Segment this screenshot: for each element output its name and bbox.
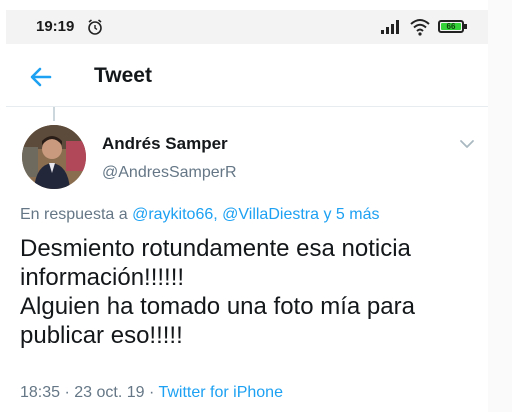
tweet-text-line: Desmiento rotundamente esa noticia infor… <box>20 235 411 291</box>
app-header: Tweet <box>6 48 488 107</box>
source-link[interactable]: Twitter for iPhone <box>158 384 283 401</box>
reply-context: En respuesta a @raykito66, @VillaDiestra… <box>20 206 379 224</box>
battery-level: 66 <box>441 23 461 31</box>
chevron-down-icon[interactable] <box>458 137 476 151</box>
tweet-detail-screen: 19:19 66 Tweet Andrés Samper @AndresSamp… <box>0 0 512 412</box>
author-name[interactable]: Andrés Samper <box>102 134 228 154</box>
battery-icon: 66 <box>438 20 467 33</box>
alarm-icon <box>88 19 102 35</box>
status-time: 19:19 <box>36 18 75 35</box>
thread-connector <box>53 107 55 121</box>
reply-more-link[interactable]: y 5 más <box>323 206 379 223</box>
status-bar: 19:19 66 <box>6 10 488 44</box>
reply-prefix: En respuesta a <box>20 206 128 223</box>
signal-icon <box>381 20 399 34</box>
avatar[interactable] <box>22 125 86 189</box>
author-handle[interactable]: @AndresSamperR <box>102 164 237 182</box>
reply-separator: , <box>213 206 223 223</box>
timestamp[interactable]: 18:35 · 23 oct. 19 <box>20 384 145 401</box>
tweet-text-line: Alguien ha tomado una foto mía para publ… <box>20 293 415 349</box>
back-arrow-icon[interactable] <box>28 64 54 90</box>
reply-user-link[interactable]: @raykito66 <box>132 206 213 223</box>
reply-user-link[interactable]: @VillaDiestra <box>222 206 319 223</box>
tweet-meta: 18:35 · 23 oct. 19 · Twitter for iPhone <box>20 384 283 402</box>
background-strip <box>488 0 512 412</box>
avatar-image <box>22 125 86 189</box>
page-title: Tweet <box>94 64 152 87</box>
tweet-text: Desmiento rotundamente esa noticia infor… <box>20 234 490 350</box>
meta-separator: · <box>144 384 159 401</box>
wifi-icon <box>410 19 430 36</box>
